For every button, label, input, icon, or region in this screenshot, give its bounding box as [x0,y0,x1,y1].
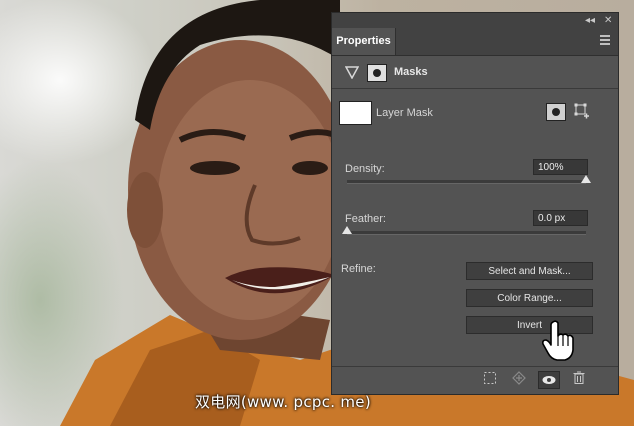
panel-title-bar: ◂◂ ✕ [332,13,618,28]
pixel-mask-icon[interactable] [367,64,387,82]
apply-mask-icon[interactable] [508,371,530,389]
layer-mask-row: Layer Mask [332,101,618,137]
panel-tab-bar: Properties [332,28,618,56]
load-selection-icon[interactable] [479,371,501,389]
panel-menu-icon[interactable] [600,35,610,47]
feather-slider-thumb[interactable] [342,226,352,234]
masks-section-header: Masks [332,56,618,89]
layer-mask-label: Layer Mask [376,107,433,119]
layer-mask-thumbnail[interactable] [339,101,372,125]
feather-slider[interactable] [342,226,586,235]
visibility-eye-icon[interactable] [538,371,560,389]
close-icon[interactable]: ✕ [604,14,612,27]
density-field[interactable]: 100% [533,159,588,175]
watermark-text: 双电网(www. pcpc. me) [195,393,371,411]
density-label: Density: [345,163,385,175]
density-slider[interactable] [347,175,591,184]
panel-footer [332,366,618,394]
refine-label: Refine: [341,263,376,275]
add-pixel-mask-icon[interactable] [546,103,566,121]
feather-field[interactable]: 0.0 px [533,210,588,226]
add-vector-mask-icon[interactable] [574,103,590,121]
density-slider-thumb[interactable] [581,175,591,183]
trash-icon[interactable] [568,371,590,389]
feather-label: Feather: [345,213,386,225]
double-chevron-left-icon[interactable]: ◂◂ [585,14,595,27]
select-and-mask-button[interactable]: Select and Mask... [466,262,593,280]
masks-label: Masks [394,66,428,78]
color-range-button[interactable]: Color Range... [466,289,593,307]
triangle-vector-mask-icon[interactable] [345,66,359,79]
tab-properties[interactable]: Properties [332,28,396,55]
hand-pointer-cursor-icon [542,320,574,361]
